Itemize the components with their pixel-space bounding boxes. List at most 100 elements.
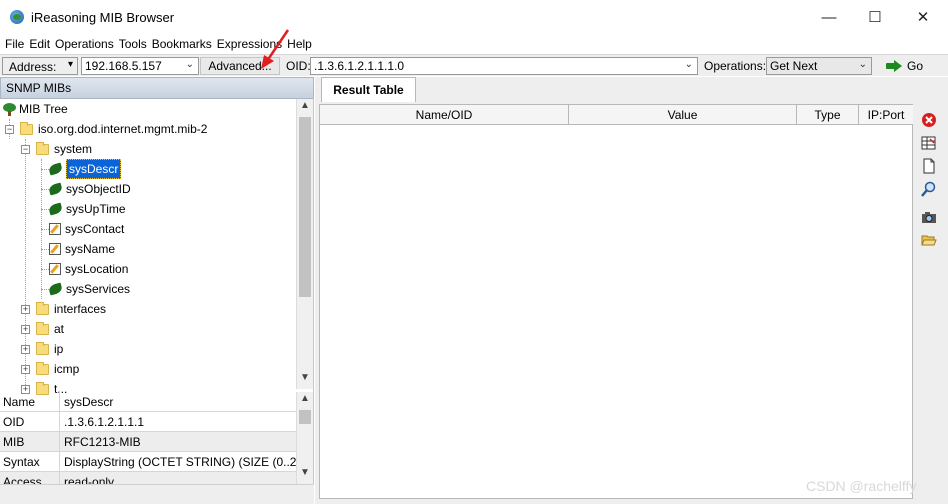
- tree-node-label: sysObjectID: [66, 182, 131, 196]
- scroll-thumb[interactable]: [299, 410, 311, 424]
- menu-bookmarks[interactable]: Bookmarks: [152, 37, 212, 51]
- collapse-icon[interactable]: −: [21, 144, 30, 154]
- tree-node-system[interactable]: − system: [21, 139, 92, 159]
- folder-icon: [36, 321, 49, 335]
- menu-bar: File Edit Operations Tools Bookmarks Exp…: [0, 34, 948, 54]
- address-combo[interactable]: 192.168.5.157 ⌄: [81, 57, 199, 75]
- open-folder-icon[interactable]: [921, 232, 937, 248]
- prop-name: Syntax: [0, 452, 60, 471]
- menu-operations[interactable]: Operations: [55, 37, 114, 51]
- tree-node-at[interactable]: + at: [21, 319, 64, 339]
- tree-node-sysdescr[interactable]: sysDescr: [47, 159, 122, 179]
- menu-file[interactable]: File: [5, 37, 24, 51]
- expand-icon[interactable]: +: [21, 344, 30, 354]
- menu-edit[interactable]: Edit: [29, 37, 50, 51]
- folder-icon: [36, 361, 49, 375]
- close-button[interactable]: ✕: [900, 0, 946, 34]
- tree-root[interactable]: MIB Tree: [3, 99, 68, 119]
- folder-icon: [36, 141, 49, 155]
- document-icon[interactable]: [921, 158, 937, 174]
- tree-node-sysobjectid[interactable]: sysObjectID: [47, 179, 131, 199]
- chevron-down-icon: ⌄: [185, 59, 194, 70]
- prop-name: OID: [0, 412, 60, 431]
- expand-icon[interactable]: +: [21, 304, 30, 314]
- expand-icon[interactable]: +: [21, 324, 30, 334]
- folder-icon: [36, 341, 49, 355]
- tree-node-sysuptime[interactable]: sysUpTime: [47, 199, 126, 219]
- title-bar: iReasoning MIB Browser — ☐ ✕: [0, 0, 948, 34]
- tab-result-table[interactable]: Result Table: [321, 77, 416, 102]
- menu-tools[interactable]: Tools: [119, 37, 147, 51]
- operations-value: Get Next: [770, 59, 818, 73]
- collapse-icon[interactable]: −: [5, 124, 14, 134]
- minimize-button[interactable]: —: [806, 0, 852, 34]
- prop-row: MIB RFC1213-MIB: [0, 432, 296, 452]
- delete-icon[interactable]: [921, 112, 937, 128]
- address-label: Address:: [9, 60, 57, 74]
- tree-node-interfaces[interactable]: + interfaces: [21, 299, 106, 319]
- oid-value: .1.3.6.1.2.1.1.1.0: [314, 59, 405, 73]
- prop-name: Name: [0, 392, 60, 411]
- tree-node-sysservices[interactable]: sysServices: [47, 279, 131, 299]
- tree-node-ip[interactable]: + ip: [21, 339, 63, 359]
- tree-node-syslocation[interactable]: sysLocation: [49, 259, 128, 279]
- tree-node-sysname[interactable]: sysName: [49, 239, 115, 259]
- writable-pencil-icon: [49, 223, 61, 235]
- prop-row: Name sysDescr: [0, 392, 296, 412]
- tree-scrollbar[interactable]: ▲ ▼: [296, 99, 313, 389]
- chevron-down-icon: ⌄: [684, 59, 693, 70]
- tree-connector: [41, 269, 49, 270]
- snmp-mibs-header: SNMP MIBs: [0, 77, 314, 99]
- find-icon[interactable]: [921, 181, 937, 197]
- chevron-down-icon: ▾: [67, 59, 73, 70]
- tree-root-label: MIB Tree: [19, 102, 68, 116]
- scroll-up-icon[interactable]: ▲: [297, 393, 313, 409]
- tree-node-syscontact[interactable]: sysContact: [49, 219, 124, 239]
- column-header-name-oid[interactable]: Name/OID: [320, 105, 569, 125]
- tree-node-label: at: [54, 322, 65, 336]
- app-globe-icon: [10, 10, 24, 24]
- tree-node-icmp[interactable]: + icmp: [21, 359, 79, 379]
- go-label: Go: [907, 59, 924, 73]
- go-button[interactable]: Go: [886, 57, 923, 75]
- grid-icon[interactable]: [921, 135, 937, 151]
- leaf-icon: [47, 202, 64, 216]
- folder-icon: [36, 301, 49, 315]
- tree-connector: [41, 229, 49, 230]
- folder-icon: [20, 121, 33, 135]
- tree-icon: [3, 102, 16, 116]
- result-panel: Result Table Name/OID Value Type IP:Port: [315, 77, 948, 504]
- camera-icon[interactable]: [921, 209, 937, 225]
- properties-hscrollbar[interactable]: [0, 484, 314, 504]
- tree-node-label: sysUpTime: [66, 202, 126, 216]
- leaf-icon: [47, 162, 64, 176]
- tree-node-label: sysServices: [66, 282, 131, 296]
- column-header-type[interactable]: Type: [797, 105, 859, 125]
- prop-value: .1.3.6.1.2.1.1.1: [64, 415, 145, 429]
- tree-node-label: sysContact: [65, 222, 125, 236]
- tree-node-label: sysLocation: [65, 262, 129, 276]
- chevron-down-icon: ⌄: [858, 59, 867, 70]
- column-header-value[interactable]: Value: [569, 105, 797, 125]
- address-type-dropdown[interactable]: Address: ▾: [2, 57, 78, 75]
- watermark: CSDN @rachelffy: [806, 478, 917, 494]
- scroll-down-icon[interactable]: ▼: [297, 467, 313, 483]
- tree-node-mib-2[interactable]: − iso.org.dod.internet.mgmt.mib-2: [5, 119, 207, 139]
- address-value: 192.168.5.157: [85, 59, 162, 73]
- tree-connector: [41, 169, 49, 170]
- oid-combo[interactable]: .1.3.6.1.2.1.1.1.0 ⌄: [310, 57, 698, 75]
- tree-node-label: iso.org.dod.internet.mgmt.mib-2: [38, 122, 208, 136]
- prop-value: sysDescr: [64, 395, 114, 409]
- column-header-ip-port[interactable]: IP:Port: [859, 105, 913, 125]
- operations-select[interactable]: Get Next ⌄: [766, 57, 872, 75]
- expand-icon[interactable]: +: [21, 364, 30, 374]
- scroll-up-icon[interactable]: ▲: [297, 100, 313, 116]
- go-arrow-icon: [886, 60, 902, 72]
- scroll-thumb[interactable]: [299, 117, 311, 297]
- scroll-down-icon[interactable]: ▼: [297, 372, 313, 388]
- properties-scrollbar[interactable]: ▲ ▼: [296, 392, 313, 484]
- maximize-button[interactable]: ☐: [852, 0, 898, 34]
- result-table[interactable]: Name/OID Value Type IP:Port: [319, 104, 913, 499]
- tree-node-label: sysName: [65, 242, 116, 256]
- mib-panel: SNMP MIBs MIB Tree − iso.org.dod.interne…: [0, 77, 314, 504]
